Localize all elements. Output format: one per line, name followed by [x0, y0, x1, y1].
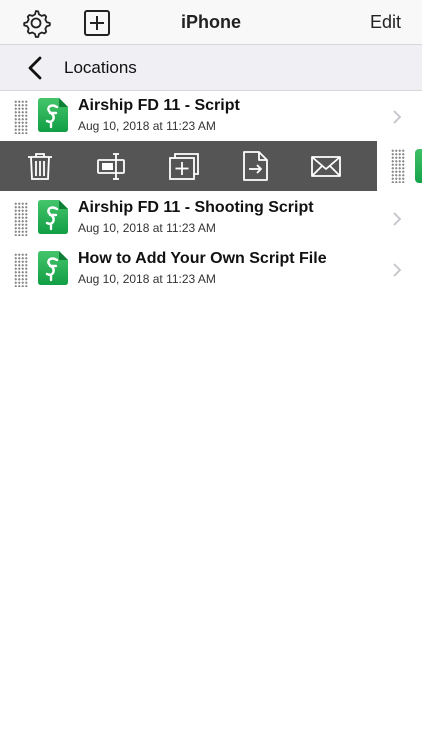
script-file-icon: [415, 149, 422, 183]
script-file-icon: [38, 98, 68, 132]
trash-icon[interactable]: [24, 150, 56, 182]
chevron-right-icon: [393, 110, 402, 124]
breadcrumb-bar: Locations: [0, 45, 422, 91]
duplicate-icon[interactable]: [168, 150, 200, 182]
script-file-icon: [38, 251, 68, 285]
chevron-right-icon: [393, 263, 402, 277]
edit-button[interactable]: Edit: [370, 12, 401, 33]
rename-icon[interactable]: [96, 150, 128, 182]
file-date: Aug 10, 2018 at 11:23 AM: [78, 221, 216, 235]
file-title: Airship FD 11 - Script: [78, 97, 240, 114]
file-date: Aug 10, 2018 at 11:23 AM: [78, 119, 216, 133]
back-label-locations[interactable]: Locations: [64, 58, 137, 78]
drag-handle-icon[interactable]: [14, 253, 28, 287]
chevron-left-icon[interactable]: [24, 54, 48, 82]
file-date: Aug 10, 2018 at 11:23 AM: [78, 272, 216, 286]
gear-icon[interactable]: [20, 7, 52, 39]
export-icon[interactable]: [240, 150, 272, 182]
script-file-icon: [38, 200, 68, 234]
list-item[interactable]: How to Add Your Own Script File Aug 10, …: [0, 244, 422, 296]
navigation-bar: iPhone Edit: [0, 0, 422, 45]
drag-handle-icon[interactable]: [14, 202, 28, 236]
swiped-row-peek[interactable]: [377, 141, 422, 191]
chevron-right-icon: [393, 212, 402, 226]
swipe-actions: [0, 141, 377, 191]
page-title: iPhone: [180, 12, 241, 32]
file-title: How to Add Your Own Script File: [78, 250, 327, 267]
plus-square-icon[interactable]: [81, 7, 113, 39]
mail-icon[interactable]: [310, 150, 342, 182]
drag-handle-icon[interactable]: [14, 100, 28, 134]
file-title: Airship FD 11 - Shooting Script: [78, 199, 314, 216]
list-item[interactable]: Airship FD 11 - Shooting Script Aug 10, …: [0, 193, 422, 245]
list-item[interactable]: Airship FD 11 - Script Aug 10, 2018 at 1…: [0, 91, 422, 143]
drag-handle-icon[interactable]: [391, 149, 405, 183]
